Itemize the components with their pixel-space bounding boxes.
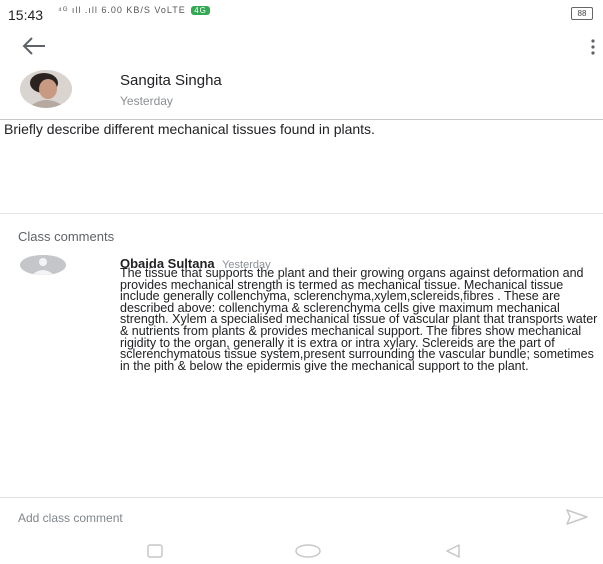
- back-button[interactable]: [20, 35, 48, 57]
- person-icon: [20, 255, 66, 275]
- more-options-button[interactable]: [585, 37, 601, 57]
- signal-text: ⁴ᴳ ıll .ıll 6.00 KB/S VoLTE: [58, 5, 186, 15]
- battery-icon: 88: [571, 7, 593, 20]
- square-icon: [147, 544, 163, 558]
- more-vert-icon: [591, 39, 595, 55]
- author-avatar: [20, 70, 72, 108]
- signal-indicators: ⁴ᴳ ıll .ıll 6.00 KB/S VoLTE 4G: [58, 5, 210, 15]
- post-body: Briefly describe different mechanical ti…: [4, 121, 375, 137]
- status-time: 15:43: [8, 7, 44, 23]
- arrow-left-icon: [22, 37, 45, 55]
- network-badge: 4G: [191, 6, 210, 15]
- recents-button[interactable]: [146, 543, 164, 564]
- home-button[interactable]: [294, 543, 322, 564]
- comment-bar: [0, 497, 603, 538]
- post-author: Sangita Singha: [120, 72, 222, 89]
- section-divider: [0, 213, 603, 214]
- comment-text: The tissue that supports the plant and t…: [120, 266, 598, 373]
- divider: [0, 119, 603, 120]
- comment-avatar: [20, 255, 66, 275]
- post-date: Yesterday: [120, 94, 173, 108]
- back-nav-button[interactable]: [444, 543, 462, 564]
- status-bar: 15:43 ⁴ᴳ ıll .ıll 6.00 KB/S VoLTE 4G 88: [0, 0, 603, 28]
- triangle-back-icon: [446, 544, 460, 558]
- comments-header: Class comments: [18, 229, 115, 244]
- comment-input[interactable]: [18, 508, 538, 528]
- system-nav-bar: [0, 540, 603, 560]
- send-icon: [566, 509, 588, 525]
- circle-icon: [295, 544, 321, 558]
- profile-photo-icon: [20, 70, 72, 108]
- send-button[interactable]: [565, 508, 589, 526]
- top-app-bar: [0, 28, 603, 64]
